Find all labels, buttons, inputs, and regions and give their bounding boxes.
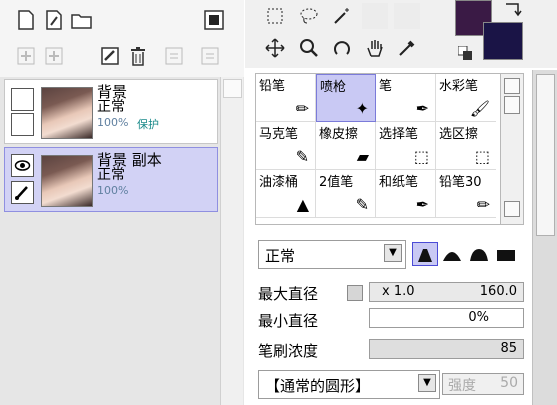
binary-pen-icon: ✎ xyxy=(355,195,369,214)
washi-pen-icon: ✒ xyxy=(415,195,429,214)
pen-icon: ✒ xyxy=(415,99,429,118)
layer-name: 背景 xyxy=(97,83,128,101)
empty-tool-slot xyxy=(362,3,388,29)
select-eraser-icon: ⬚ xyxy=(474,147,490,166)
brush-pen[interactable]: 笔 ✒ xyxy=(376,74,436,122)
layer-protect-label: 保护 xyxy=(137,118,159,131)
visibility-checkbox[interactable] xyxy=(11,88,34,111)
brush-grid: 铅笔 ✏ 喷枪 ✦ 笔 ✒ 水彩笔 🖌 马克笔 ✎ 橡皮擦 ▰ 选择笔 ⬚ 选区擦 ⬚ 油漆桶 ▲… xyxy=(255,73,502,225)
strength-slider[interactable]: 强度 50 xyxy=(442,373,524,395)
pencil-30-icon: ✏ xyxy=(476,195,490,214)
brush-washi-pen[interactable]: 和纸笔 ✒ xyxy=(376,170,436,218)
background-color-swatch[interactable] xyxy=(483,22,523,60)
layer-item[interactable]: 背景 正常 100% 保护 xyxy=(4,79,218,144)
reset-colors-icon[interactable] xyxy=(457,45,472,60)
density-slider[interactable]: 85 xyxy=(369,339,524,359)
layer-item-selected[interactable]: 背景 副本 正常 100% xyxy=(4,147,218,212)
brush-scrollbar[interactable] xyxy=(500,73,524,225)
empty-tool-slot xyxy=(394,3,420,29)
transfer-down-icon[interactable] xyxy=(162,44,186,68)
merge-all-icon[interactable] xyxy=(42,44,66,68)
new-vector-layer-icon[interactable] xyxy=(42,8,66,32)
new-folder-icon[interactable] xyxy=(70,8,94,32)
marker-icon: ✎ xyxy=(295,147,309,166)
tip-shape-flat-icon[interactable] xyxy=(494,242,518,264)
move-icon[interactable] xyxy=(262,35,288,61)
clear-layer-icon[interactable] xyxy=(98,44,122,68)
rect-select-icon[interactable] xyxy=(262,3,288,29)
brush-pencil[interactable]: 铅笔 ✏ xyxy=(256,74,316,122)
swap-colors-icon[interactable] xyxy=(502,0,524,20)
merge-down-icon[interactable] xyxy=(14,44,38,68)
trash-icon[interactable] xyxy=(126,44,150,68)
transfer-up-icon[interactable] xyxy=(198,44,222,68)
brush-pencil-30[interactable]: 铅笔30 ✏ xyxy=(436,170,496,218)
new-layer-icon[interactable] xyxy=(14,8,38,32)
eraser-icon: ▰ xyxy=(356,147,369,166)
brush-airbrush[interactable]: 喷枪 ✦ xyxy=(316,74,376,122)
layer-opacity: 100% xyxy=(97,116,129,129)
size-range-dropdown-icon[interactable] xyxy=(347,285,363,301)
layer-blend-mode: 正常 xyxy=(97,167,125,183)
settings-scrollbar[interactable] xyxy=(532,70,557,405)
brush-edit-icon[interactable] xyxy=(11,181,34,204)
tip-shape-hard-icon[interactable] xyxy=(412,242,438,266)
blend-mode-select[interactable]: 正常 ▼ xyxy=(258,240,406,269)
min-size-label: 最小直径 xyxy=(258,312,319,330)
airbrush-icon: ✦ xyxy=(355,99,369,118)
lasso-icon[interactable] xyxy=(296,3,322,29)
layer-thumbnail xyxy=(41,155,93,207)
select-pen-icon: ⬚ xyxy=(413,147,429,166)
brush-binary-pen[interactable]: 2值笔 ✎ xyxy=(316,170,376,218)
brush-watercolor[interactable]: 水彩笔 🖌 xyxy=(436,74,496,122)
layer-name: 背景 副本 xyxy=(97,151,162,169)
scroll-thumb[interactable] xyxy=(536,74,555,236)
eye-icon[interactable] xyxy=(11,154,34,177)
scroll-thumb[interactable] xyxy=(504,96,520,114)
brush-marker[interactable]: 马克笔 ✎ xyxy=(256,122,316,170)
chevron-down-icon: ▼ xyxy=(384,244,402,262)
scroll-up-arrow-icon[interactable] xyxy=(223,79,242,98)
brush-eraser[interactable]: 橡皮擦 ▰ xyxy=(316,122,376,170)
max-size-slider[interactable]: x 1.0 160.0 xyxy=(369,282,524,302)
layer-opacity: 100% xyxy=(97,184,129,197)
layer-list: 背景 正常 100% 保护 背景 副本 正常 100% xyxy=(0,77,244,405)
tip-shape-soft-icon[interactable] xyxy=(440,242,464,264)
layer-panel-toggle-icon[interactable] xyxy=(202,8,226,32)
layer-toolbar xyxy=(0,0,244,77)
bucket-icon: ▲ xyxy=(296,195,309,214)
zoom-icon[interactable] xyxy=(296,35,322,61)
scroll-up-arrow-icon[interactable] xyxy=(504,78,520,94)
chevron-down-icon: ▼ xyxy=(418,374,436,392)
brush-bucket[interactable]: 油漆桶 ▲ xyxy=(256,170,316,218)
brush-select-pen[interactable]: 选择笔 ⬚ xyxy=(376,122,436,170)
layer-scrollbar[interactable] xyxy=(220,77,243,405)
min-size-slider[interactable]: 0% xyxy=(369,308,524,328)
tool-area xyxy=(245,0,557,68)
tip-shape-medium-icon[interactable] xyxy=(467,242,491,264)
hand-icon[interactable] xyxy=(362,35,388,61)
layer-thumbnail xyxy=(41,87,93,139)
rotate-icon[interactable] xyxy=(329,35,355,61)
magic-wand-icon[interactable] xyxy=(329,3,355,29)
brush-shape-value: 【通常的圆形】 xyxy=(265,377,371,395)
density-label: 笔刷浓度 xyxy=(258,342,319,360)
brush-shape-select[interactable]: 【通常的圆形】 ▼ xyxy=(258,370,440,399)
lock-checkbox[interactable] xyxy=(11,113,34,136)
scroll-down-arrow-icon[interactable] xyxy=(504,201,520,217)
eyedropper-icon[interactable] xyxy=(394,35,420,61)
layer-blend-mode: 正常 xyxy=(97,99,125,115)
max-size-label: 最大直径 xyxy=(258,285,319,303)
pencil-icon: ✏ xyxy=(295,99,309,118)
blend-mode-value: 正常 xyxy=(265,247,296,265)
watercolor-icon: 🖌 xyxy=(469,99,490,118)
brush-select-eraser[interactable]: 选区擦 ⬚ xyxy=(436,122,496,170)
